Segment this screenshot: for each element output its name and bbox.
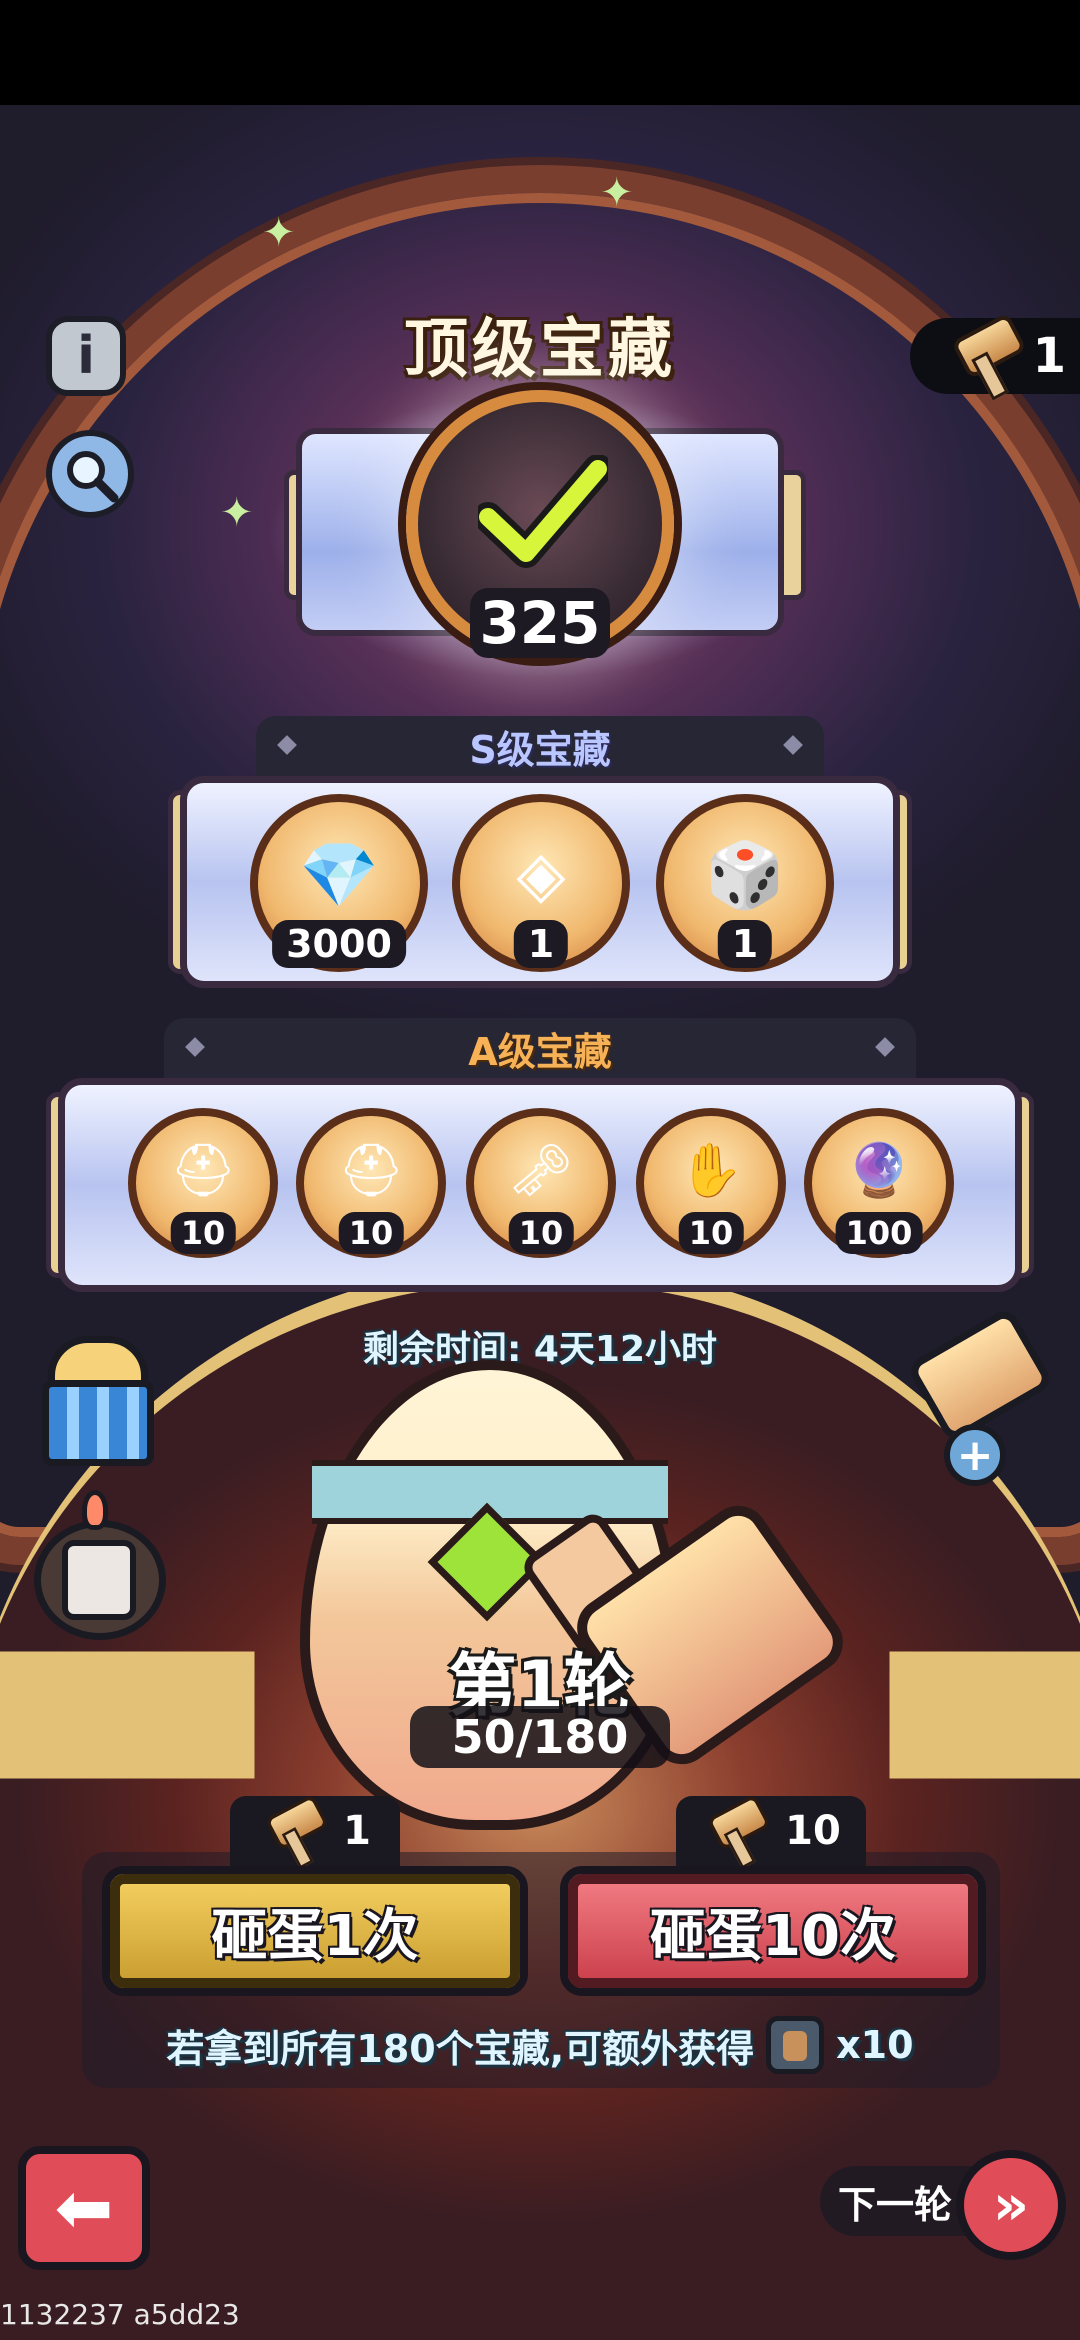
item-quantity: 10 (508, 1212, 574, 1254)
s-tier-item-gem[interactable]: 💎 3000 (250, 794, 428, 972)
item-quantity: 10 (170, 1212, 236, 1254)
purple-orb-icon: 🔮 (846, 1141, 912, 1202)
helmet-icon (766, 2016, 825, 2074)
scroll-icon: ✋ (678, 1141, 744, 1202)
grand-prize-count: 325 (470, 588, 610, 658)
a-tier-item-iron-helmet[interactable]: ⛑ 10 (128, 1108, 278, 1258)
smash-ten-cost-value: 10 (785, 1808, 841, 1854)
item-quantity: 1 (717, 920, 773, 968)
check-icon (478, 455, 608, 568)
fast-forward-icon: » (992, 2172, 1030, 2238)
sparkle-icon: ✦ (600, 170, 634, 216)
back-button[interactable]: ⬅ (18, 2146, 150, 2270)
candle-button[interactable] (28, 1490, 172, 1640)
hammer-icon (264, 1793, 330, 1869)
hammer-balance-count: 1 (1032, 328, 1066, 384)
bronze-helmet-icon: ⛑ (337, 1141, 404, 1202)
next-round-button[interactable]: » (956, 2150, 1066, 2260)
hammer-balance: 1 (910, 312, 1080, 401)
info-button[interactable]: i (46, 316, 126, 396)
smash-one-cost: 1 (230, 1793, 400, 1869)
magnifier-icon (67, 451, 119, 503)
a-tier-item-bronze-helmet[interactable]: ⛑ 10 (296, 1108, 446, 1258)
plus-icon: + (944, 1424, 1006, 1486)
round-progress: 50/180 (410, 1706, 670, 1768)
smash-once-button[interactable]: 砸蛋1次 (102, 1866, 528, 1996)
sparkle-icon: ✦ (262, 210, 296, 256)
completion-bonus: 若拿到所有180个宝藏,可额外获得 x10 (0, 2016, 1080, 2074)
back-arrow-icon: ⬅ (54, 2167, 114, 2249)
a-tier-item-purple-orb[interactable]: 🔮 100 (804, 1108, 954, 1258)
buy-hammer-button[interactable]: + (900, 1306, 1070, 1490)
sparkle-icon: ✦ (220, 490, 254, 536)
item-quantity: 3000 (272, 920, 406, 968)
gem-icon: 💎 (299, 838, 379, 913)
hammer-icon (905, 1306, 1055, 1444)
gift-box-button[interactable] (28, 1330, 168, 1470)
item-quantity: 100 (835, 1212, 923, 1254)
hammer-icon (950, 312, 1027, 401)
preview-button[interactable] (46, 430, 134, 518)
build-id: 1132237 a5dd23 (0, 2298, 240, 2331)
smash-one-cost-value: 1 (343, 1808, 371, 1854)
a-tier-item-key[interactable]: 🗝 10 (466, 1108, 616, 1258)
ssr-ticket-icon: 🎲 (705, 838, 785, 913)
hammer-icon (706, 1793, 772, 1869)
emblem-icon: ◈ (516, 837, 566, 912)
completion-bonus-qty: x10 (836, 2023, 914, 2067)
s-tier-item-emblem[interactable]: ◈ 1 (452, 794, 630, 972)
s-tier-header: S级宝藏 (256, 716, 824, 776)
a-tier-label: A级宝藏 (468, 1029, 612, 1074)
smash-ten-cost: 10 (676, 1793, 866, 1869)
smash-ten-button[interactable]: 砸蛋10次 (560, 1866, 986, 1996)
a-tier-item-scroll[interactable]: ✋ 10 (636, 1108, 786, 1258)
item-quantity: 10 (678, 1212, 744, 1254)
s-tier-label: S级宝藏 (469, 727, 611, 772)
s-tier-item-ssr[interactable]: 🎲 1 (656, 794, 834, 972)
a-tier-header: A级宝藏 (164, 1018, 916, 1078)
item-quantity: 1 (513, 920, 569, 968)
item-quantity: 10 (338, 1212, 404, 1254)
info-icon: i (77, 326, 95, 386)
status-bar (0, 0, 1080, 105)
completion-bonus-text: 若拿到所有180个宝藏,可额外获得 (166, 2026, 755, 2071)
key-icon: 🗝 (507, 1141, 574, 1202)
iron-helmet-icon: ⛑ (169, 1141, 236, 1202)
